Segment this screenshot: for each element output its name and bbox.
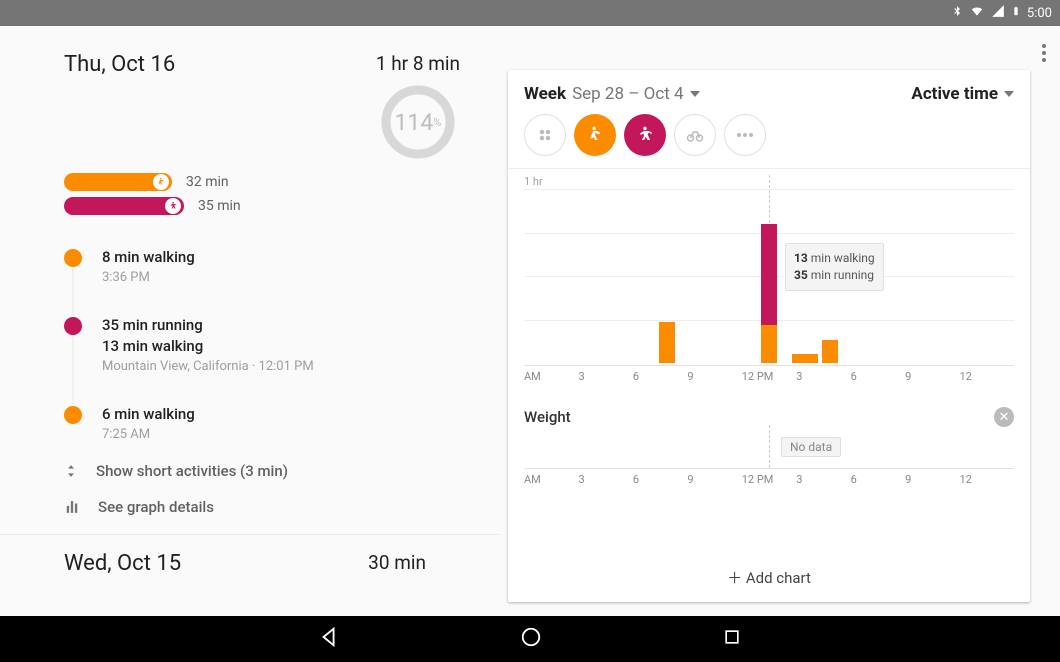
- graph-details-label: See graph details: [98, 498, 214, 516]
- bar-walk[interactable]: [761, 325, 777, 363]
- wifi-icon: [969, 4, 985, 22]
- progress-ring[interactable]: 114%: [379, 83, 457, 161]
- chart-card: Week Sep 28 – Oct 4 Active time: [508, 70, 1030, 602]
- signal-icon: [991, 4, 1005, 22]
- chip-run[interactable]: [624, 114, 666, 156]
- date-title: Thu, Oct 16: [64, 52, 175, 77]
- home-button[interactable]: [520, 626, 542, 652]
- timeline-dot: [64, 406, 82, 424]
- status-bar: 5:00: [0, 0, 1060, 26]
- weight-chart[interactable]: Weight ✕ No data AM36912 PM36912: [524, 401, 1014, 486]
- chip-walk[interactable]: [574, 114, 616, 156]
- timeline-item[interactable]: 8 min walking 3:36 PM: [64, 247, 482, 285]
- timeline-item[interactable]: 35 min running 13 min walking Mountain V…: [64, 315, 482, 374]
- metric-selector[interactable]: Active time: [911, 84, 1014, 104]
- expand-collapse-icon: [64, 463, 78, 479]
- total-time-label: 1 hr 8 min: [376, 52, 460, 75]
- bar-walk[interactable]: [822, 340, 838, 363]
- date-range-selector[interactable]: Week Sep 28 – Oct 4: [524, 84, 700, 104]
- bar-chart-icon: [64, 500, 80, 514]
- weight-title: Weight: [524, 408, 571, 426]
- chevron-down-icon: [1004, 91, 1014, 97]
- android-nav-bar: [0, 616, 1060, 662]
- status-time: 5:00: [1027, 6, 1052, 21]
- divider: [0, 534, 500, 535]
- no-data-badge: No data: [781, 437, 841, 457]
- ring-percent: 114: [394, 109, 433, 136]
- run-pill: [64, 197, 184, 215]
- remove-chart-button[interactable]: ✕: [994, 407, 1014, 427]
- chevron-down-icon: [690, 91, 700, 97]
- prev-date-title: Wed, Oct 15: [64, 551, 181, 576]
- bar-walk[interactable]: [802, 354, 818, 363]
- timeline-dot: [64, 317, 82, 335]
- show-short-label: Show short activities (3 min): [96, 462, 288, 480]
- timeline-dot: [64, 249, 82, 267]
- active-time-chart[interactable]: 1 hr 13 min walking35 min running AM3691…: [508, 168, 1030, 602]
- prev-total-time-label: 30 min: [368, 551, 426, 574]
- overflow-menu-button[interactable]: [1042, 44, 1046, 66]
- chip-bike[interactable]: [674, 114, 716, 156]
- add-chart-button[interactable]: ＋ Add chart: [508, 553, 1030, 602]
- chip-more[interactable]: [724, 114, 766, 156]
- recents-button[interactable]: [722, 627, 742, 651]
- activity-list-pane: Thu, Oct 16 1 hr 8 min 114% 32 min: [0, 26, 500, 616]
- timeline-item[interactable]: 6 min walking 7:25 AM: [64, 404, 482, 442]
- walk-pill: [64, 173, 172, 191]
- back-button[interactable]: [318, 626, 340, 652]
- chip-other[interactable]: [524, 114, 566, 156]
- battery-icon: [1011, 3, 1021, 23]
- walk-pill-label: 32 min: [186, 174, 229, 190]
- bluetooth-icon: [951, 4, 963, 22]
- bar-walk[interactable]: [659, 322, 675, 363]
- bar-run[interactable]: [761, 224, 777, 326]
- y-tick-label: 1 hr: [524, 175, 543, 188]
- run-pill-label: 35 min: [198, 198, 241, 214]
- bar-tooltip: 13 min walking35 min running: [785, 243, 884, 291]
- see-graph-details-button[interactable]: See graph details: [64, 498, 482, 516]
- show-short-activities-button[interactable]: Show short activities (3 min): [64, 462, 482, 480]
